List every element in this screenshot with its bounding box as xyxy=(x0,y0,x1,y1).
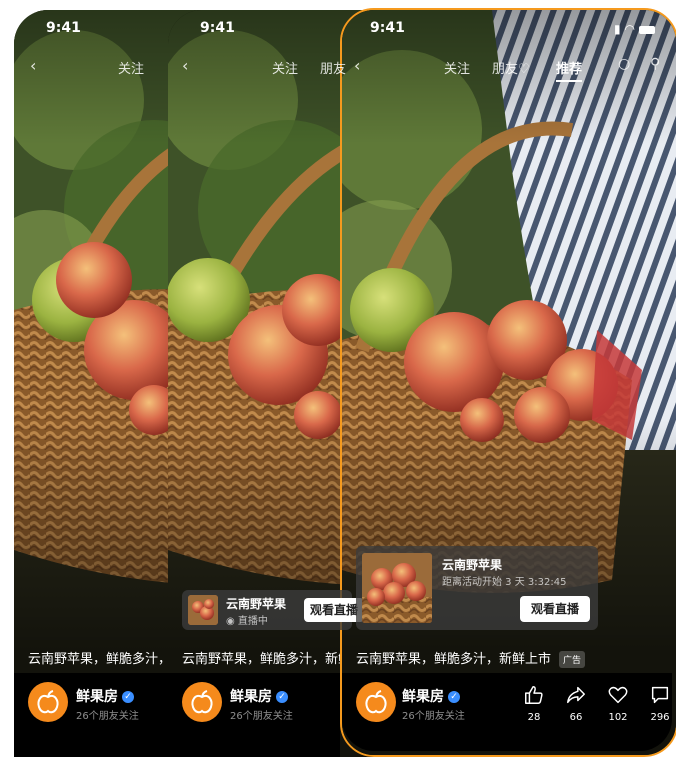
avatar[interactable] xyxy=(28,682,68,722)
live-title: 云南野苹果 xyxy=(442,558,503,572)
verified-icon: ✓ xyxy=(448,691,460,703)
avatar[interactable] xyxy=(182,682,222,722)
apple-logo-icon xyxy=(37,690,59,714)
verified-icon: ✓ xyxy=(122,691,134,703)
watch-live-button[interactable]: 观看直播 xyxy=(304,598,364,622)
apple-logo-icon xyxy=(365,690,387,714)
video-caption: 云南野苹果，鲜脆多汁，新鲜上市 xyxy=(182,652,340,667)
live-thumbnail xyxy=(362,553,432,623)
video-caption: 云南野苹果，鲜脆多汁，新鲜上市 广告 xyxy=(356,648,586,668)
live-thumbnail xyxy=(188,595,218,625)
status-time: 9:41 xyxy=(370,20,405,36)
back-icon[interactable]: ‹ xyxy=(354,56,360,75)
top-nav: ‹ 关注 朋友♡ 推荐 ○ ⚲ xyxy=(354,56,672,82)
status-time: 9:41 xyxy=(200,20,235,36)
favorite-count: 102 xyxy=(608,712,628,723)
tab-follow[interactable]: 关注 xyxy=(444,58,470,77)
back-icon[interactable]: ‹ xyxy=(182,56,188,75)
favorite-button[interactable]: 102 xyxy=(600,684,636,723)
comment-button[interactable]: 296 xyxy=(642,684,676,723)
live-countdown: 距离活动开始 3 天 3:32:45 xyxy=(442,577,567,588)
signal-icon: ▮ xyxy=(614,22,621,36)
top-nav: ‹ 关注 朋友 xyxy=(182,56,346,77)
wifi-icon: ◠ xyxy=(624,22,635,36)
tab-follow[interactable]: 关注 xyxy=(272,58,298,77)
heart-icon: ♡ xyxy=(518,62,530,77)
comment-icon xyxy=(651,686,669,704)
share-button[interactable]: 66 xyxy=(558,684,594,723)
share-count: 66 xyxy=(569,712,583,723)
live-card[interactable]: 云南野苹果 ◉ 直播中 观看直播 xyxy=(182,590,364,630)
phone-screen-3 xyxy=(340,8,676,757)
battery-icon xyxy=(638,25,655,34)
apple-logo-icon xyxy=(191,690,213,714)
status-time: 9:41 xyxy=(46,20,81,36)
live-title: 云南野苹果 xyxy=(226,597,287,611)
status-icons: ▮ ◠ xyxy=(614,22,655,36)
friend-followers: 26个朋友关注 xyxy=(76,711,139,722)
profile-icon[interactable]: ⚲ xyxy=(650,56,660,72)
live-dot-icon: ◉ xyxy=(226,616,238,627)
comment-count: 296 xyxy=(650,712,670,723)
verified-icon: ✓ xyxy=(276,691,288,703)
friend-followers: 26个朋友关注 xyxy=(402,711,465,722)
tab-friends[interactable]: 朋友♡ xyxy=(492,58,530,77)
like-count: 28 xyxy=(527,712,541,723)
avatar[interactable] xyxy=(356,682,396,722)
video-caption: 云南野苹果，鲜脆多汁，新鲜上市 xyxy=(28,652,168,667)
top-nav: ‹ 关注 xyxy=(30,56,144,77)
ad-badge: 广告 xyxy=(559,651,586,668)
heart-icon xyxy=(608,686,628,704)
account-name[interactable]: 鲜果房 ✓ xyxy=(76,686,134,706)
search-icon[interactable]: ○ xyxy=(618,56,630,72)
like-button[interactable]: 28 xyxy=(516,684,552,723)
back-icon[interactable]: ‹ xyxy=(30,56,36,75)
live-card-countdown[interactable]: 云南野苹果 距离活动开始 3 天 3:32:45 观看直播 xyxy=(356,546,598,630)
thumbs-up-icon xyxy=(525,686,543,704)
friend-followers: 26个朋友关注 xyxy=(230,711,293,722)
tab-follow[interactable]: 关注 xyxy=(118,58,144,77)
account-name[interactable]: 鲜果房 ✓ xyxy=(402,686,460,706)
live-status: ◉ 直播中 xyxy=(226,616,268,627)
tab-friends[interactable]: 朋友 xyxy=(320,58,346,77)
account-name[interactable]: 鲜果房 ✓ xyxy=(230,686,288,706)
watch-live-button[interactable]: 观看直播 xyxy=(520,596,590,622)
tab-recommend[interactable]: 推荐 xyxy=(556,58,583,82)
share-icon xyxy=(567,686,585,704)
